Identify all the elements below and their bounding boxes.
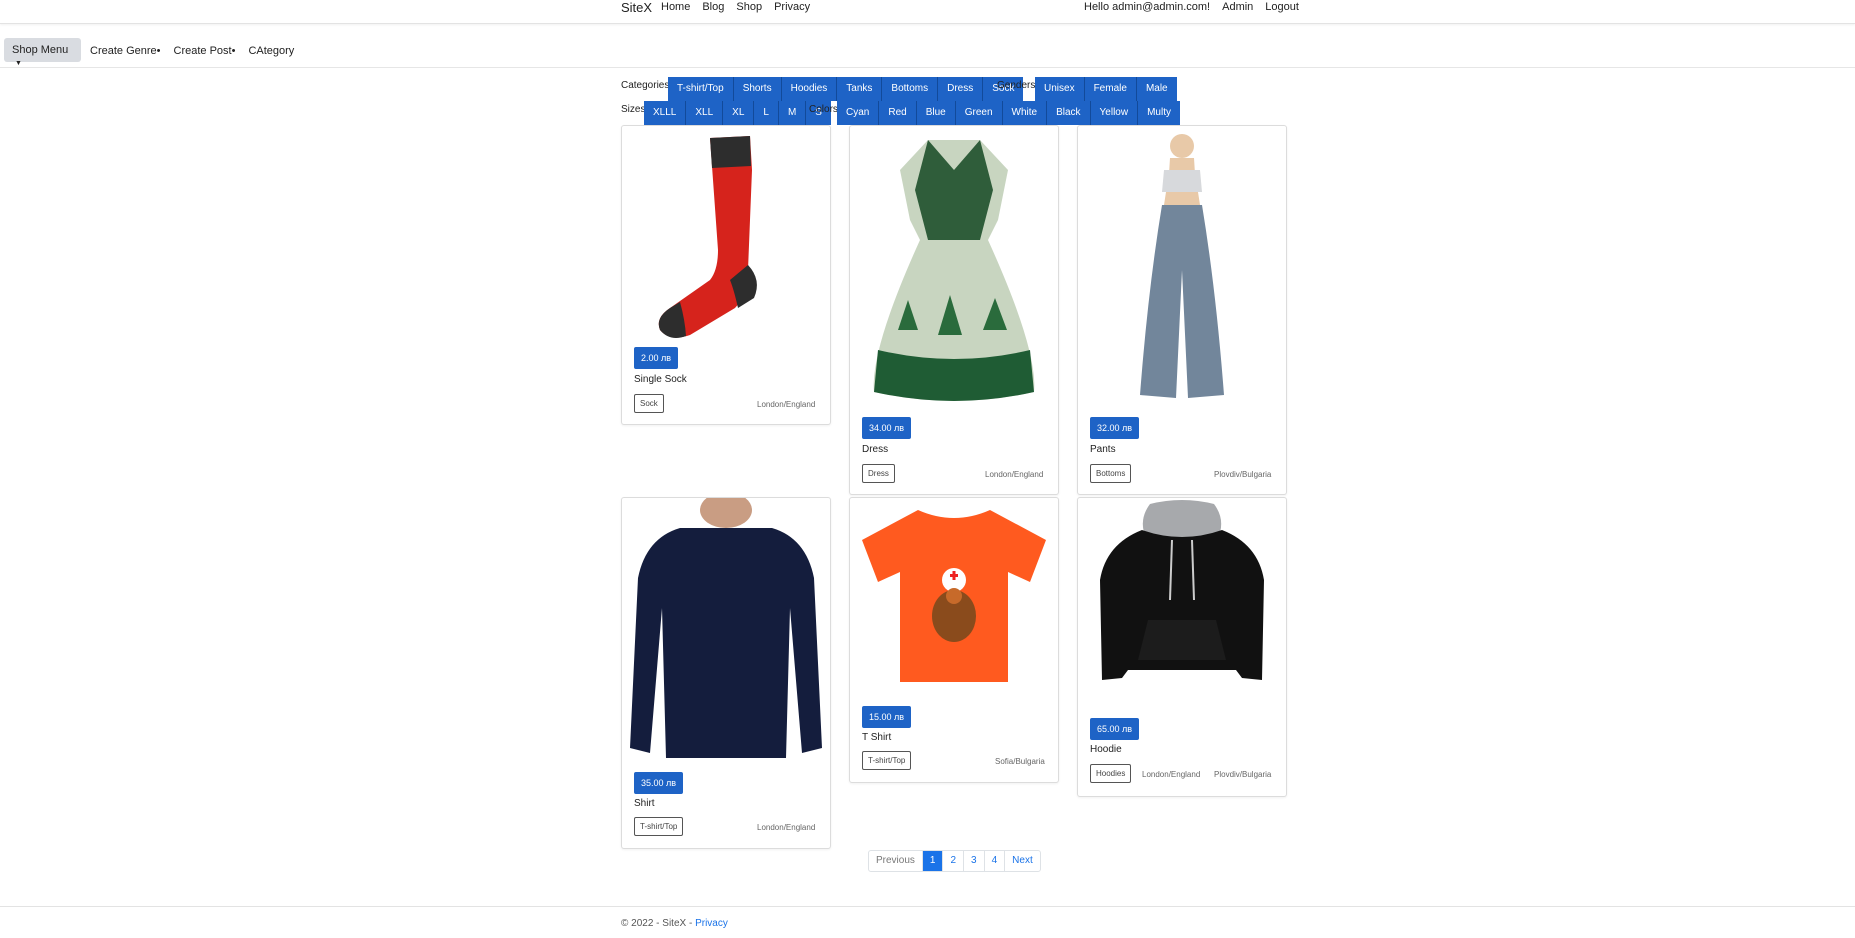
main-nav: Home Blog Shop Privacy [661, 1, 810, 13]
filter-gender-female[interactable]: Female [1085, 77, 1137, 101]
filter-color-cyan[interactable]: Cyan [837, 101, 880, 125]
filter-category-shorts[interactable]: Shorts [734, 77, 782, 101]
subnav-items: Create Genre• Create Post• CAtegory [90, 45, 294, 57]
filter-size-m[interactable]: M [779, 101, 807, 125]
product-name[interactable]: Dress [862, 444, 888, 455]
location-label: London/England [757, 823, 816, 832]
category-tag[interactable]: Dress [862, 464, 895, 483]
product-card[interactable]: 15.00 лв T Shirt T-shirt/Top Sofia/Bulga… [849, 497, 1059, 783]
pagination-previous[interactable]: Previous [869, 851, 923, 871]
nav-privacy[interactable]: Privacy [774, 1, 810, 13]
product-card[interactable]: 65.00 лв Hoodie Hoodies London/England P… [1077, 497, 1287, 797]
location-label: Sofia/Bulgaria [995, 757, 1045, 766]
product-image-shirt[interactable] [630, 498, 822, 758]
location-label: Plovdiv/Bulgaria [1214, 770, 1272, 779]
categories-label: Categories [621, 80, 670, 91]
filter-gender-unisex[interactable]: Unisex [1035, 77, 1085, 101]
filter-category-bottoms[interactable]: Bottoms [882, 77, 939, 101]
product-name[interactable]: Single Sock [634, 374, 687, 385]
category-filter-group: T-shirt/Top Shorts Hoodies Tanks Bottoms… [668, 77, 1024, 101]
price-badge: 15.00 лв [862, 706, 912, 728]
sizes-label: Sizes [621, 104, 646, 115]
product-image-sock[interactable] [630, 130, 822, 350]
pagination-page-2[interactable]: 2 [943, 851, 965, 871]
footer: © 2022 - SiteX - Privacy [621, 918, 728, 929]
price-badge: 32.00 лв [1090, 417, 1140, 439]
product-image-pants[interactable] [1086, 130, 1278, 410]
caret-down-icon: ▼ [15, 60, 22, 67]
filter-gender-male[interactable]: Male [1137, 77, 1177, 101]
location-label: Plovdiv/Bulgaria [1214, 470, 1272, 479]
footer-privacy-link[interactable]: Privacy [695, 918, 728, 929]
filter-color-green[interactable]: Green [956, 101, 1003, 125]
category-link[interactable]: CAtegory [248, 45, 294, 57]
price-badge: 2.00 лв [634, 347, 679, 369]
price-badge: 65.00 лв [1090, 718, 1140, 740]
filter-color-white[interactable]: White [1003, 101, 1048, 125]
filter-category-hoodies[interactable]: Hoodies [782, 77, 838, 101]
nav-home[interactable]: Home [661, 1, 690, 13]
filter-color-black[interactable]: Black [1047, 101, 1091, 125]
product-image-dress[interactable] [858, 130, 1050, 410]
nav-blog[interactable]: Blog [702, 1, 724, 13]
create-post-link[interactable]: Create Post• [174, 45, 236, 57]
user-greeting[interactable]: Hello admin@admin.com! [1084, 1, 1210, 13]
top-navbar: SiteX Home Blog Shop Privacy Hello admin… [0, 0, 1855, 24]
filter-color-multy[interactable]: Multy [1138, 101, 1180, 125]
product-card[interactable]: 34.00 лв Dress Dress London/England [849, 125, 1059, 495]
filter-size-xll[interactable]: XLL [686, 101, 724, 125]
category-tag[interactable]: T-shirt/Top [634, 817, 684, 836]
pagination-page-3[interactable]: 3 [964, 851, 985, 871]
filter-size-xlll[interactable]: XLLL [644, 101, 687, 125]
filter-size-xl[interactable]: XL [723, 101, 755, 125]
product-image-tshirt[interactable] [858, 504, 1050, 684]
category-tag[interactable]: Sock [634, 394, 664, 413]
pagination-next[interactable]: Next [1005, 851, 1040, 871]
category-tag[interactable]: Bottoms [1090, 464, 1132, 483]
footer-copyright: © 2022 - SiteX - [621, 918, 693, 929]
gender-filter-group: Unisex Female Male [1035, 77, 1177, 101]
shop-menu-label: Shop Menu [12, 44, 69, 56]
shop-menu-dropdown[interactable]: Shop Menu ▼ [4, 38, 81, 67]
color-filter-group: Cyan Red Blue Green White Black Yellow M… [837, 101, 1180, 125]
price-badge: 34.00 лв [862, 417, 912, 439]
footer-divider [0, 906, 1855, 907]
product-card[interactable]: 2.00 лв Single Sock Sock London/England [621, 125, 831, 425]
create-genre-link[interactable]: Create Genre• [90, 45, 161, 57]
filter-color-yellow[interactable]: Yellow [1091, 101, 1139, 125]
filter-color-blue[interactable]: Blue [917, 101, 956, 125]
location-label: London/England [757, 400, 816, 409]
category-tag[interactable]: Hoodies [1090, 764, 1132, 783]
price-badge: 35.00 лв [634, 772, 684, 794]
product-card[interactable]: 32.00 лв Pants Bottoms Plovdiv/Bulgaria [1077, 125, 1287, 495]
nav-admin[interactable]: Admin [1222, 1, 1253, 13]
pagination: Previous 1 2 3 4 Next [868, 850, 1041, 872]
colors-label: Colors [809, 104, 838, 115]
filter-category-tanks[interactable]: Tanks [837, 77, 883, 101]
product-name[interactable]: Hoodie [1090, 744, 1122, 755]
size-filter-group: XLLL XLL XL L M S [644, 101, 831, 125]
product-name[interactable]: Shirt [634, 798, 655, 809]
product-name[interactable]: T Shirt [862, 732, 891, 743]
filter-category-tshirt[interactable]: T-shirt/Top [668, 77, 734, 101]
user-nav: Hello admin@admin.com! Admin Logout [1084, 1, 1299, 13]
filter-size-l[interactable]: L [754, 101, 779, 125]
product-name[interactable]: Pants [1090, 444, 1116, 455]
brand-logo[interactable]: SiteX [621, 0, 652, 15]
pagination-page-1[interactable]: 1 [922, 851, 944, 871]
shop-subnav: Shop Menu ▼ Create Genre• Create Post• C… [0, 34, 1855, 68]
filter-color-red[interactable]: Red [879, 101, 917, 125]
genders-label: Genders [997, 80, 1036, 91]
category-tag[interactable]: T-shirt/Top [862, 751, 912, 770]
product-image-hoodie[interactable] [1086, 500, 1278, 700]
nav-shop[interactable]: Shop [736, 1, 762, 13]
nav-logout[interactable]: Logout [1265, 1, 1299, 13]
pagination-page-4[interactable]: 4 [985, 851, 1006, 871]
product-card[interactable]: 35.00 лв Shirt T-shirt/Top London/Englan… [621, 497, 831, 849]
location-label: London/England [1142, 770, 1201, 779]
location-label: London/England [985, 470, 1044, 479]
filter-category-dress[interactable]: Dress [938, 77, 984, 101]
